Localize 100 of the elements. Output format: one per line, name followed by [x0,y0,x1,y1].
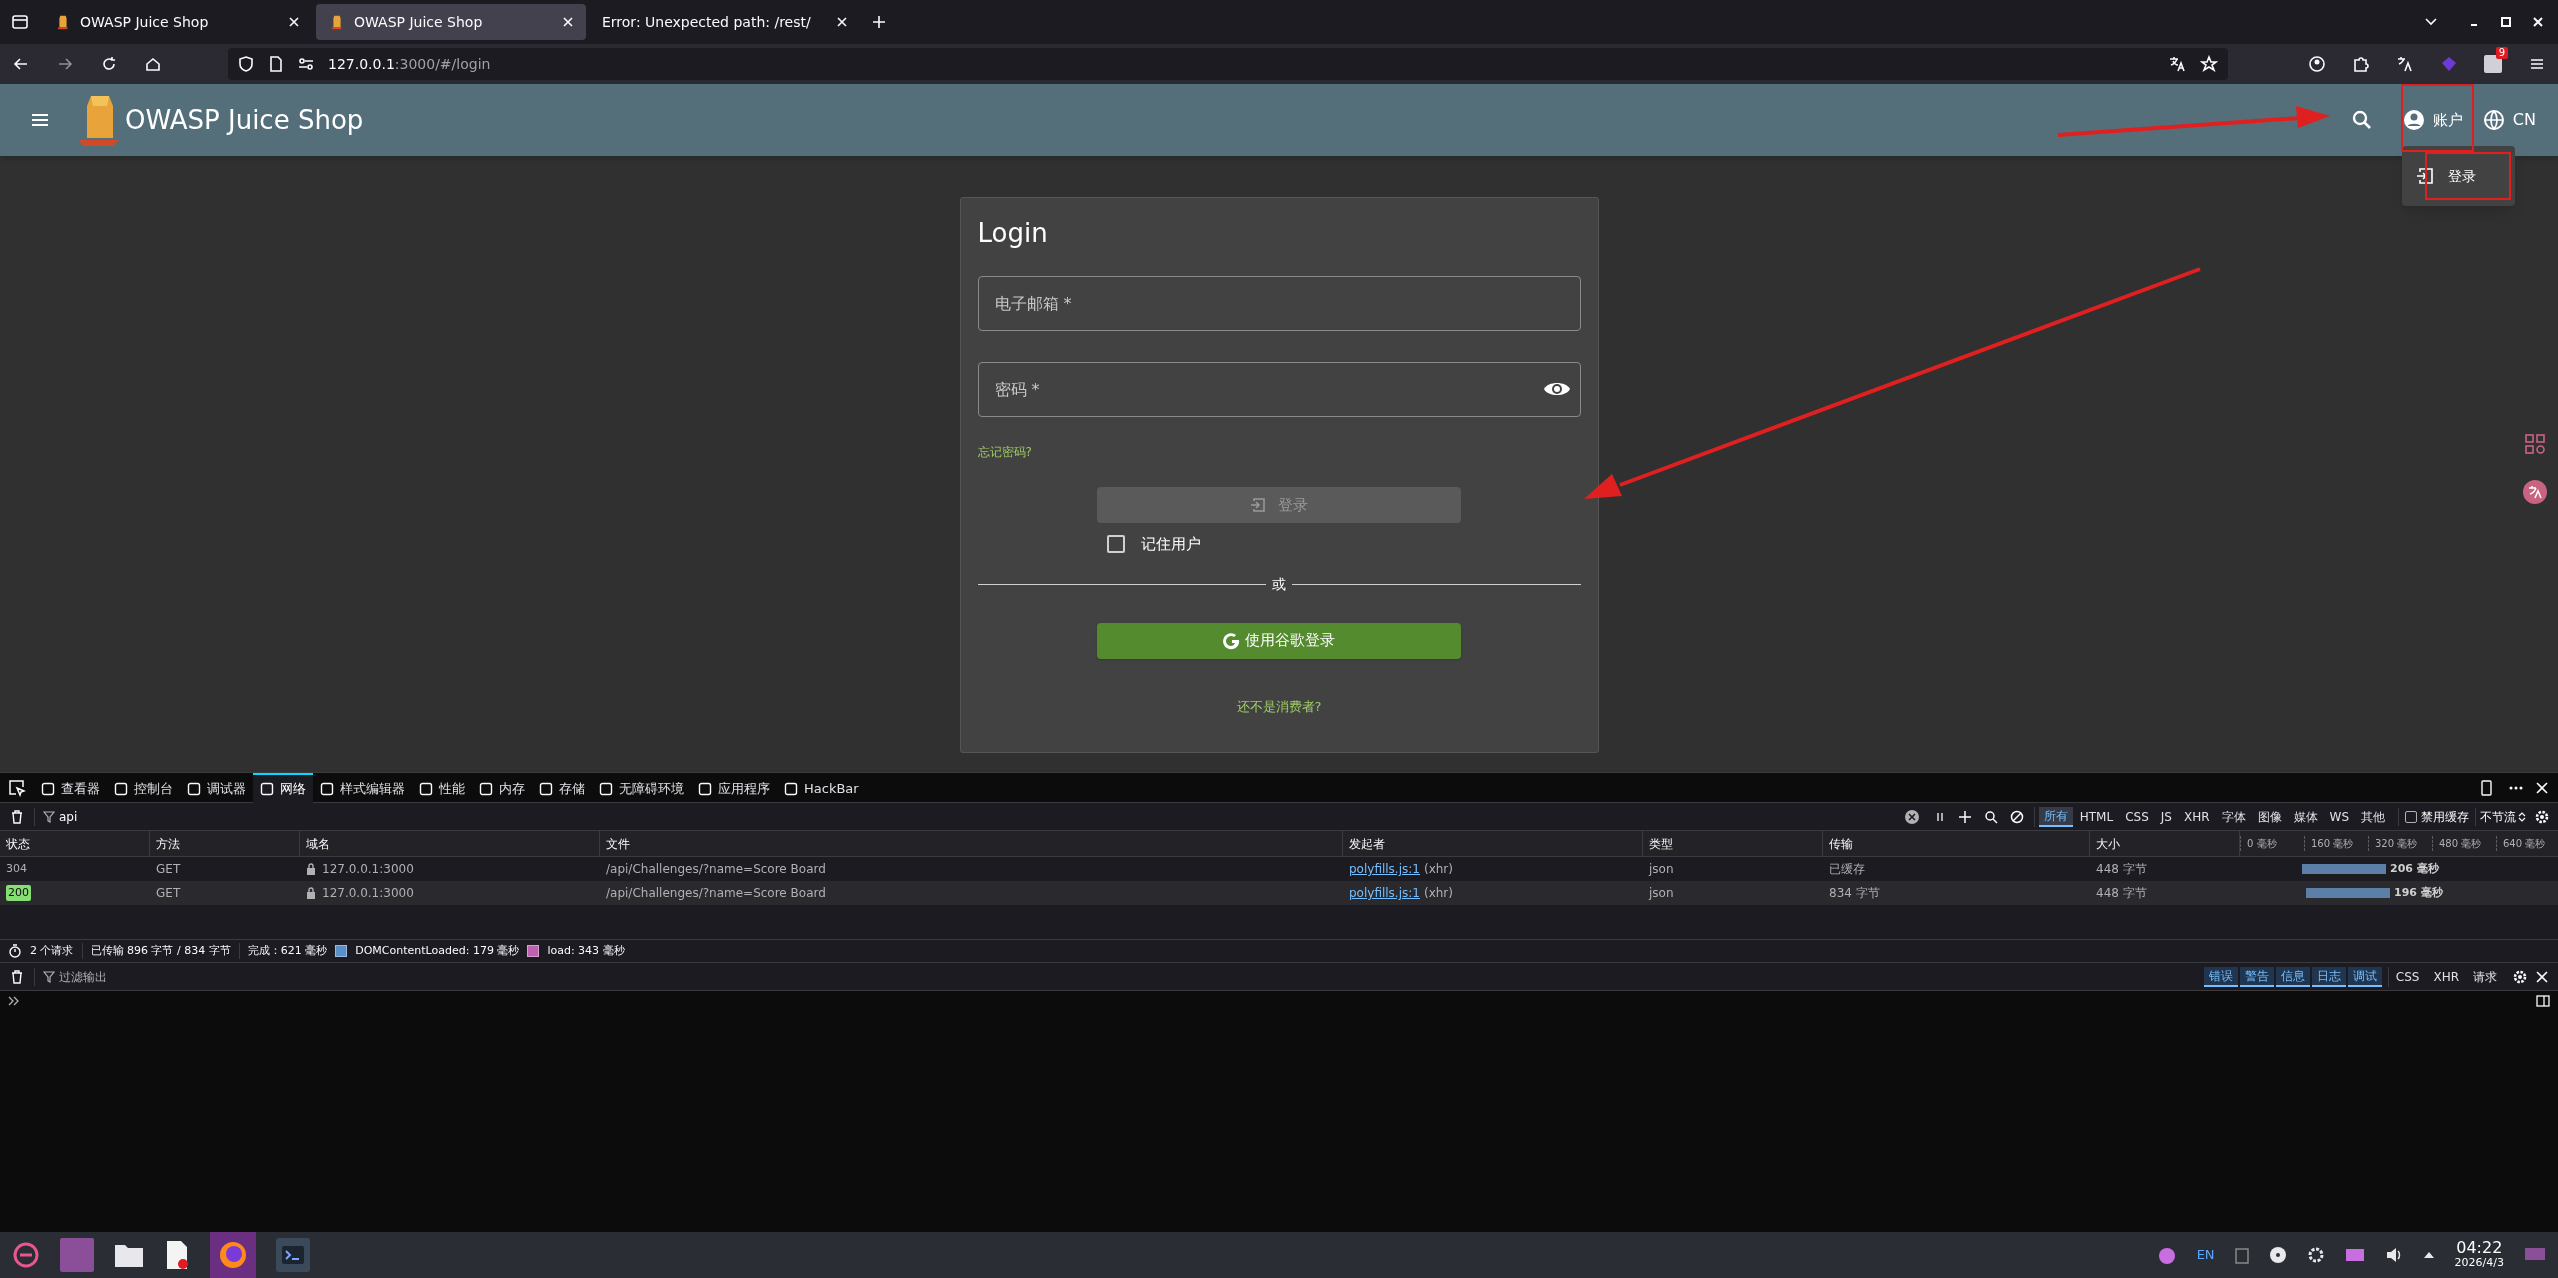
console-filter-button[interactable]: XHR [2426,967,2466,986]
disc-icon[interactable] [2268,1246,2287,1264]
document-icon[interactable] [164,1240,190,1270]
extension-button[interactable] [2484,55,2502,73]
devtools-tab[interactable]: 无障碍环境 [592,772,691,803]
type-filter-tab[interactable]: 其他 [2356,806,2390,827]
trash-icon[interactable] [10,809,24,824]
caret-up-icon[interactable] [2422,1250,2435,1260]
log-level-toggle[interactable]: 调试 [2347,966,2382,987]
close-icon[interactable] [836,16,848,28]
password-field[interactable]: 密码 * [977,362,1581,417]
devtools-tab[interactable]: HackBar [777,772,866,803]
translate-icon[interactable] [2396,55,2414,73]
column-header[interactable]: 大小 [2090,831,2240,856]
console-filter-button[interactable]: CSS [2388,967,2427,986]
close-icon[interactable] [2532,16,2544,28]
type-filter-tab[interactable]: 字体 [2216,806,2251,827]
devtools-tab[interactable]: 查看器 [34,772,107,803]
close-icon[interactable] [2536,781,2548,794]
prompt-chevron-icon[interactable] [8,995,20,1007]
folder-icon[interactable] [114,1242,144,1268]
keyboard-layout[interactable]: EN [2196,1245,2215,1265]
sidebar-toggle-icon[interactable] [2536,994,2550,1008]
settings-icon[interactable] [2534,808,2550,825]
grid-icon[interactable] [2524,433,2546,455]
reload-icon[interactable] [100,55,118,73]
type-filter-tab[interactable]: CSS [2120,806,2154,827]
initiator-link[interactable]: polyfills.js:1 [1349,860,1420,878]
new-tab-icon[interactable] [872,15,886,29]
remember-checkbox[interactable] [1107,535,1125,554]
settings-icon[interactable] [2512,968,2528,985]
devtools-tab[interactable]: 调试器 [180,772,253,803]
log-level-toggle[interactable]: 日志 [2311,966,2346,987]
settings-icon[interactable] [2306,1246,2325,1264]
column-header[interactable]: 传输 [1823,831,2090,856]
log-level-toggle[interactable]: 信息 [2275,966,2310,987]
column-header[interactable]: 类型 [1643,831,1823,856]
star-icon[interactable] [2200,55,2218,73]
devtools-tab[interactable]: 存储 [532,772,592,803]
browser-tab[interactable]: OWASP Juice Shop [316,4,586,40]
language-button[interactable]: CN [2482,100,2536,140]
maximize-icon[interactable] [2500,16,2512,28]
menu-item[interactable]: 登录 [2402,152,2515,200]
clear-icon[interactable] [1903,808,1920,825]
console-filter-button[interactable]: 请求 [2466,967,2504,986]
forgot-password-link[interactable]: 忘记密码? [977,443,1032,461]
devtools-tab[interactable]: 网络 [253,772,313,803]
clipboard-icon[interactable] [2234,1246,2249,1264]
devtools-tab[interactable]: 内存 [472,772,532,803]
email-field[interactable]: 电子邮箱 * [977,276,1581,331]
devtools-tab[interactable]: 性能 [412,772,472,803]
type-filter-tab[interactable]: 所有 [2038,806,2073,827]
browser-tab[interactable]: OWASP Juice Shop [42,4,312,40]
devtools-tab[interactable]: 应用程序 [691,772,777,803]
stopwatch-icon [8,944,22,958]
address-bar[interactable]: 127.0.0.1:3000/#/login [228,48,2228,80]
home-icon[interactable] [144,55,162,73]
type-filter-tab[interactable]: 图像 [2252,806,2287,827]
trash-icon[interactable] [10,969,24,984]
devtools-tab[interactable]: 控制台 [107,772,180,803]
log-level-toggle[interactable]: 错误 [2203,966,2238,987]
devtools-tab[interactable]: 样式编辑器 [313,772,412,803]
throttle-dropdown[interactable]: 不节流 [2475,807,2526,826]
filter-field[interactable]: api [34,807,1134,826]
show-desktop-icon[interactable] [2524,1247,2546,1263]
search-icon[interactable] [1983,809,1998,824]
block-icon[interactable] [2009,809,2024,824]
puzzle-icon[interactable] [2352,55,2370,73]
browser-tab[interactable]: Error: Unexpected path: /rest/ [590,4,860,40]
google-login-button[interactable]: 使用谷歌登录 [1097,622,1461,659]
responsive-icon[interactable] [2478,779,2494,796]
type-filter-tab[interactable]: HTML [2074,806,2119,827]
type-filter-tab[interactable]: WS [2324,806,2354,827]
close-icon[interactable] [562,16,574,28]
type-filter-tab[interactable]: JS [2155,806,2177,827]
close-icon[interactable] [288,16,300,28]
disable-cache-checkbox[interactable] [2405,810,2417,823]
translate-icon[interactable] [2168,55,2186,73]
column-header[interactable]: 状态 [0,831,150,856]
register-link[interactable]: 还不是消费者? [1236,696,1322,716]
account-circle-icon[interactable] [2308,55,2326,73]
browser-taskbar-button[interactable] [210,1232,256,1278]
column-header[interactable]: 文件 [600,831,1343,856]
plus-icon[interactable] [1957,809,1972,824]
translate-icon[interactable] [2523,480,2547,504]
element-picker-icon[interactable] [8,778,26,797]
volume-icon[interactable] [2384,1246,2403,1264]
column-header[interactable]: 发起者 [1343,831,1643,856]
monitor-icon[interactable] [2344,1247,2365,1263]
terminal-taskbar-button[interactable] [276,1238,310,1272]
account-button[interactable]: 账户 [2398,100,2467,140]
type-filter-tab[interactable]: 媒体 [2288,806,2323,827]
console-filter-field[interactable]: 过滤输出 [59,967,934,986]
initiator-link[interactable]: polyfills.js:1 [1349,884,1420,902]
column-header[interactable]: 域名 [300,831,600,856]
tab-list-icon[interactable] [10,12,30,32]
close-icon[interactable] [2536,970,2548,983]
log-level-toggle[interactable]: 警告 [2239,966,2274,987]
column-header[interactable]: 方法 [150,831,300,856]
type-filter-tab[interactable]: XHR [2178,806,2215,827]
